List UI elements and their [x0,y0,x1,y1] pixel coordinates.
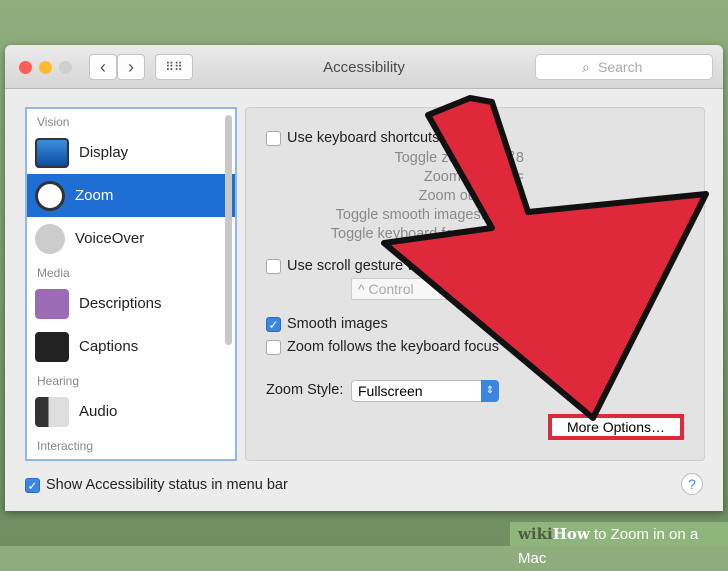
watermark-how: How [552,525,590,543]
red-arrow-annotation [381,95,709,421]
wikihow-watermark: wikiHow to Zoom in on a Mac [510,522,728,567]
arrow-icon [381,95,709,421]
watermark-wiki: wiki [518,525,553,543]
